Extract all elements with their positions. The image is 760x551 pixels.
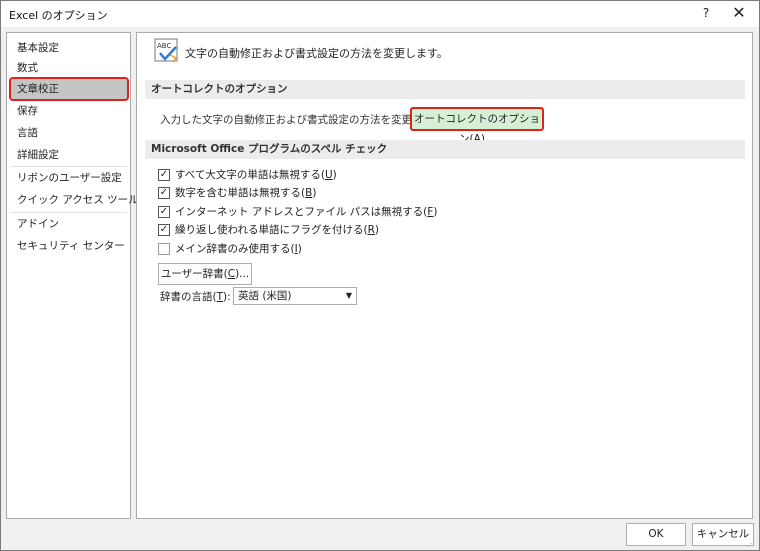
- resize-grip-icon[interactable]: ⋰: [747, 539, 757, 549]
- custom-dictionaries-button[interactable]: ユーザー辞書(C)...: [158, 263, 252, 285]
- excel-options-dialog: Excel のオプション ? ✕ 基本設定 数式 文章校正 保存 言語 詳細設定…: [0, 0, 760, 551]
- sidebar-item-add-ins[interactable]: アドイン: [11, 214, 127, 234]
- autocorrect-section-header: オートコレクトのオプション: [145, 80, 745, 99]
- sidebar-item-quick-access-toolbar[interactable]: クイック アクセス ツール バー: [11, 190, 163, 210]
- help-icon[interactable]: ?: [697, 4, 715, 22]
- checkbox-checked-icon[interactable]: ✓: [158, 169, 170, 181]
- close-icon[interactable]: ✕: [728, 3, 750, 23]
- cancel-button[interactable]: キャンセル: [692, 523, 754, 546]
- window-title: Excel のオプション: [9, 9, 108, 22]
- checkbox-unchecked-icon[interactable]: [158, 243, 170, 255]
- abc-check-icon: ABC: [154, 38, 178, 63]
- sidebar-item-customize-ribbon[interactable]: リボンのユーザー設定: [11, 168, 127, 188]
- sidebar-divider: [11, 166, 127, 167]
- sidebar-divider: [11, 212, 127, 213]
- dictionary-language-label: 辞書の言語(T):: [160, 291, 231, 303]
- autocorrect-label: 入力した文字の自動修正および書式設定の方法を変更します:: [160, 114, 448, 126]
- title-bar: Excel のオプション ? ✕: [1, 1, 759, 27]
- sidebar-item-formulas[interactable]: 数式: [11, 58, 127, 78]
- sidebar-item-language[interactable]: 言語: [11, 123, 127, 143]
- proofing-panel: ABC 文字の自動修正および書式設定の方法を変更します。 オートコレクトのオプシ…: [136, 32, 753, 519]
- sidebar: 基本設定 数式 文章校正 保存 言語 詳細設定 リボンのユーザー設定 クイック …: [6, 32, 163, 519]
- checkbox-checked-icon[interactable]: ✓: [158, 206, 170, 218]
- sidebar-item-trust-center[interactable]: セキュリティ センター: [11, 236, 127, 256]
- sidebar-item-general[interactable]: 基本設定: [11, 38, 127, 58]
- dropdown-arrow-icon[interactable]: ▼: [346, 288, 352, 304]
- dictionary-language-select[interactable]: 英語 (米国) ▼: [233, 287, 357, 305]
- dictionary-language-value: 英語 (米国): [238, 290, 292, 302]
- abc-icon-text: ABC: [157, 42, 171, 50]
- ok-button[interactable]: OK: [626, 523, 686, 546]
- autocorrect-options-button[interactable]: オートコレクトのオプション(A)...: [410, 107, 544, 145]
- spelling-section-header: Microsoft Office プログラムのスペル チェック: [145, 140, 745, 159]
- checkbox-checked-icon[interactable]: ✓: [158, 187, 170, 199]
- sidebar-item-save[interactable]: 保存: [11, 101, 127, 121]
- sidebar-item-advanced[interactable]: 詳細設定: [11, 145, 127, 165]
- page-description: 文字の自動修正および書式設定の方法を変更します。: [185, 47, 448, 60]
- sidebar-item-proofing[interactable]: 文章校正: [9, 77, 129, 101]
- checkbox-checked-icon[interactable]: ✓: [158, 224, 170, 236]
